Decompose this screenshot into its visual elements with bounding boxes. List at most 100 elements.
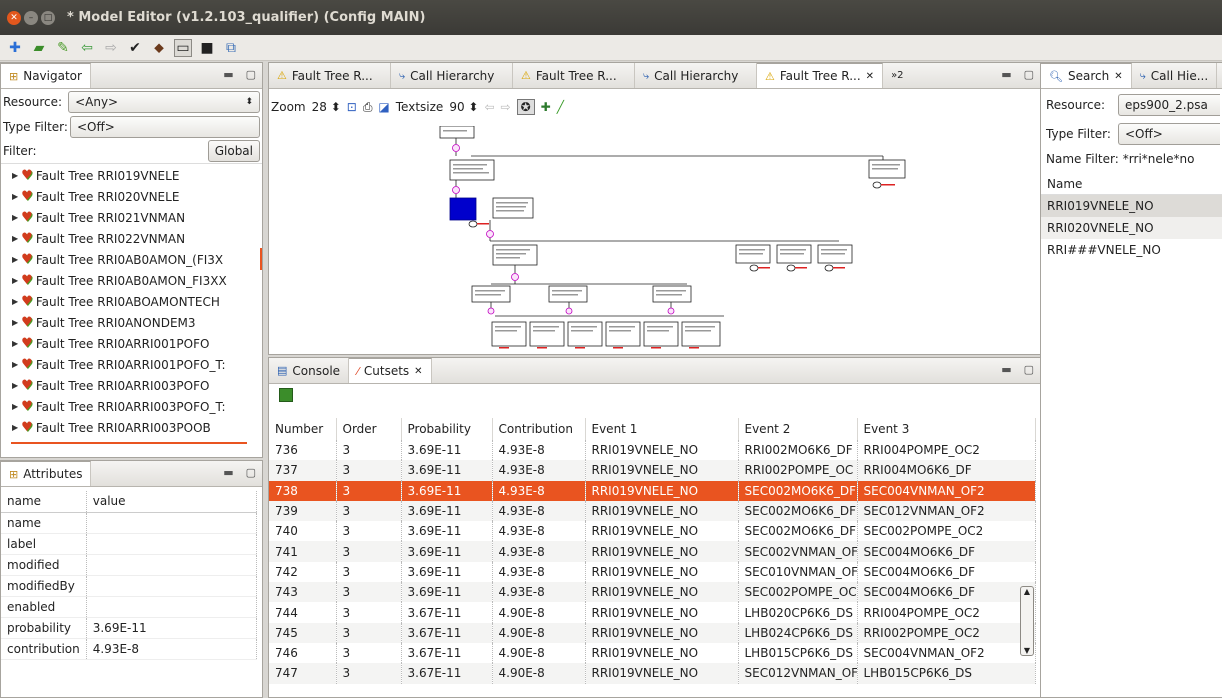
expand-arrow-icon[interactable]: ▶ [12,171,18,180]
tree-item[interactable]: ▶ ♥ Fault Tree RRI0ABOAMONTECH [1,291,262,312]
resource-combo[interactable]: <Any> ⬍ [68,90,260,113]
close-tab-icon[interactable]: ✕ [1114,71,1122,82]
column-header[interactable]: Order [336,418,402,440]
tab-editor-3[interactable]: ⤷ Call Hierarchy [635,63,757,88]
tree-item[interactable]: ▶ ♥ Fault Tree RRI021VNMAN [1,207,262,228]
close-window-button[interactable]: ✕ [7,10,21,25]
tab-editor-1[interactable]: ⤷ Call Hierarchy [391,63,513,88]
ft-gate[interactable] [667,307,675,315]
maximize-icon[interactable]: ▢ [246,466,256,479]
tree-item[interactable]: ▶ ♥ Fault Tree RRI020VNELE [1,186,262,207]
table-row[interactable]: 747 3 3.67E-11 4.90E-8 RRI019VNELE_NO SEC012V… [269,663,1036,684]
attribute-row[interactable]: enabled [1,596,257,617]
tree-item[interactable]: ▶ ♥ Fault Tree RRI019VNELE [1,165,262,186]
col-name[interactable]: name [1,491,87,512]
tab-console[interactable]: ▤ Console [269,358,350,383]
terminal-icon[interactable]: ■ [198,39,216,57]
tree-item[interactable]: ▶ ♥ Fault Tree RRI0ANONDEM3 [1,312,262,333]
attribute-row[interactable]: modified [1,554,257,575]
maximize-icon[interactable]: ▢ [1024,68,1034,81]
tree-item[interactable]: ▶ ♥ Fault Tree RRI0ARRI003POFO_T: [1,396,262,417]
ft-node[interactable] [529,321,565,347]
search-results-header[interactable]: Name [1041,173,1222,195]
ft-node[interactable] [492,197,534,219]
back-arrow-icon[interactable]: ⇦ [78,39,96,57]
tree-item[interactable]: ▶ ♥ Fault Tree RRI0AB0AMON_FI3XX [1,270,262,291]
attribute-row[interactable]: modifiedBy [1,575,257,596]
search-name-filter-input[interactable]: *rri*nele*no [1123,152,1195,166]
expand-arrow-icon[interactable]: ▶ [12,423,18,432]
table-row[interactable]: 745 3 3.67E-11 4.90E-8 RRI019VNELE_NO LHB024C… [269,622,1036,643]
search-result-item[interactable]: RRI###VNELE_NO [1041,239,1222,261]
table-row[interactable]: 746 3 3.67E-11 4.90E-8 RRI019VNELE_NO LHB015C… [269,642,1036,664]
expand-arrow-icon[interactable]: ▶ [12,213,18,222]
ft-gate[interactable] [452,144,460,152]
scroll-up-icon[interactable]: ▲ [1021,587,1033,596]
ft-event[interactable] [824,264,834,272]
forward-arrow-icon[interactable]: ⇨ [102,39,120,57]
gear-icon[interactable]: ✪ [516,99,535,115]
column-header[interactable]: Event 3 [857,418,1036,440]
tab-cutsets[interactable]: ⁄ Cutsets ✕ [349,358,432,383]
tree-item[interactable]: ▶ ♥ Fault Tree RRI0ARRI003POOB [1,417,262,438]
minimize-icon[interactable]: ▬ [1001,68,1011,81]
column-header[interactable]: Contribution [492,418,586,440]
attribute-row[interactable]: name [1,512,257,533]
table-row[interactable]: 741 3 3.69E-11 4.93E-8 RRI019VNELE_NO SEC002V… [269,541,1036,562]
ft-gate[interactable] [452,186,460,194]
tree-layout-icon[interactable]: ✚ [541,100,551,114]
tab-call-hierarchy[interactable]: ⤷ Call Hie... [1132,63,1218,88]
tree-item[interactable]: ▶ ♥ Fault Tree RRI0ARRI001POFO_T: [1,354,262,375]
close-tab-icon[interactable]: ✕ [866,71,874,82]
attribute-row[interactable]: label [1,533,257,554]
search-type-filter-combo[interactable]: <Off> [1118,122,1220,145]
table-row[interactable]: 742 3 3.69E-11 4.93E-8 RRI019VNELE_NO SEC010V… [269,561,1036,583]
tab-editor-2[interactable]: ⚠ Fault Tree R... [513,63,635,88]
expand-arrow-icon[interactable]: ▶ [12,276,18,285]
col-value[interactable]: value [86,491,257,512]
ft-gate[interactable] [565,307,573,315]
maximize-icon[interactable]: ▢ [1024,363,1034,376]
ft-node[interactable] [439,126,475,139]
column-header[interactable]: Probability [401,418,493,440]
pen-icon[interactable]: ╱ [557,100,564,114]
column-header[interactable]: Event 1 [585,418,739,440]
attribute-row[interactable]: contribution 4.93E-8 [1,638,257,659]
zoom-spinner[interactable]: 28 ⬍ [312,100,341,114]
brush-icon[interactable]: ⬥ [150,39,168,57]
tab-navigator[interactable]: ⊞ Navigator [1,63,91,88]
ft-event[interactable] [786,264,796,272]
global-button[interactable]: Global [207,140,260,162]
ft-gate[interactable] [511,273,519,281]
fit-icon[interactable]: ⊡ [347,100,357,114]
editor-overflow[interactable]: »2 [883,63,911,88]
expand-arrow-icon[interactable]: ▶ [12,318,18,327]
table-row[interactable]: 743 3 3.69E-11 4.93E-8 RRI019VNELE_NO SEC002P… [269,582,1036,603]
ft-node[interactable] [681,321,721,347]
minimize-icon[interactable]: ▬ [223,466,233,479]
print-icon[interactable]: ⎙ [363,100,373,115]
ft-gate[interactable] [486,230,494,238]
ft-node-selected[interactable] [449,197,477,221]
check-icon[interactable]: ✔ [126,39,144,57]
scroll-down-icon[interactable]: ▼ [1021,646,1033,655]
tree-item[interactable]: ▶ ♥ Fault Tree RRI0AB0AMON_(FI3X [1,249,262,270]
tree-item[interactable]: ▶ ♥ Fault Tree RRI022VNMAN [1,228,262,249]
export-icon[interactable] [279,388,293,402]
table-row[interactable]: 737 3 3.69E-11 4.93E-8 RRI019VNELE_NO RRI002P… [269,460,1036,481]
ft-node[interactable] [567,321,603,347]
copy-icon[interactable]: ⧉ [222,39,240,57]
search-result-item[interactable]: RRI020VNELE_NO [1041,217,1222,239]
table-row[interactable]: 740 3 3.69E-11 4.93E-8 RRI019VNELE_NO SEC002M… [269,521,1036,542]
tree-item[interactable]: ▶ ♥ Fault Tree RRI0ARRI001POFO [1,333,262,354]
maximize-icon[interactable]: ▢ [246,68,256,81]
ft-event[interactable] [749,264,759,272]
expand-arrow-icon[interactable]: ▶ [12,255,18,264]
tab-editor-4[interactable]: ⚠ Fault Tree R... ✕ [757,63,884,88]
tab-editor-0[interactable]: ⚠ Fault Tree R... [269,63,391,88]
table-row[interactable]: 739 3 3.69E-11 4.93E-8 RRI019VNELE_NO SEC002M… [269,500,1036,522]
close-tab-icon[interactable]: ✕ [414,366,422,377]
tab-search[interactable]: 🔍︎ Search ✕ [1041,63,1132,88]
minimize-window-button[interactable]: – [24,10,38,25]
filter-input[interactable] [42,141,208,161]
